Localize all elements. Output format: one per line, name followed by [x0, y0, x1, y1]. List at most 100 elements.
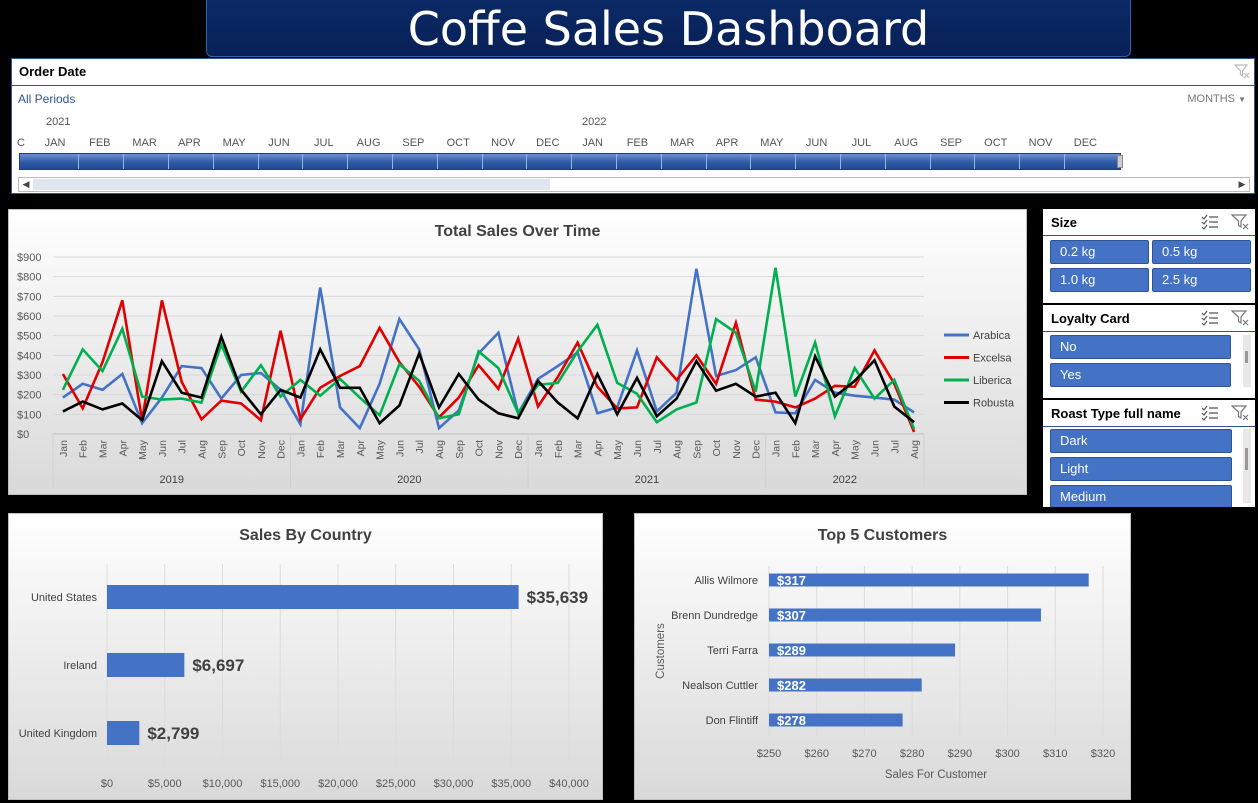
x-tick-label: Apr — [830, 440, 842, 457]
x-tick-label: Jul — [414, 440, 426, 453]
slicer-scrollbar[interactable] — [1243, 429, 1251, 503]
x-tick-label: $320 — [1091, 748, 1115, 760]
timeline-selection-bar[interactable] — [19, 153, 1123, 170]
timeline-month-label: DEC — [536, 137, 560, 149]
x-tick-label: Feb — [553, 440, 565, 458]
y-tick-label: $500 — [17, 331, 41, 343]
scroll-left-icon[interactable]: ◀ — [19, 178, 33, 191]
x-tick-label: Jan — [295, 440, 307, 457]
timeline-month-divider — [1019, 154, 1021, 169]
line-chart-svg: $900 $800 $700 $600 $500 $400 $300 $200 $100 $0 Ja… — [17, 252, 1015, 488]
slicer-option-dark[interactable]: Dark — [1050, 429, 1232, 453]
x-tick-label: Sep — [454, 440, 466, 459]
timeline-level-dropdown[interactable]: MONTHS ▼ — [1187, 93, 1246, 105]
x-tick-label: Jun — [870, 440, 882, 457]
data-label: $307 — [777, 608, 806, 623]
x-tick-label: Jan — [533, 440, 545, 457]
year-label: 2020 — [397, 474, 421, 486]
multi-select-icon[interactable] — [1201, 405, 1219, 421]
legend-label: Arabica — [973, 330, 1011, 342]
slicer-option-light[interactable]: Light — [1050, 457, 1232, 481]
scrollbar-thumb[interactable] — [33, 179, 550, 190]
x-tick-label: $5,000 — [148, 778, 182, 790]
scrollbar-thumb[interactable] — [1245, 351, 1248, 363]
timeline-month-label: SEP — [939, 137, 963, 149]
x-tick-label: Apr — [117, 440, 129, 457]
y-tick-label: $900 — [17, 252, 41, 264]
slicer-option-0-2kg[interactable]: 0.2 kg — [1050, 240, 1149, 264]
order-date-timeline[interactable]: Order Date All Periods MONTHS ▼ 2021 202… — [11, 58, 1255, 194]
slicer-scrollbar[interactable] — [1243, 335, 1251, 387]
timeline-month-divider — [929, 154, 931, 169]
timeline-scrollbar[interactable]: ◀ ▶ — [18, 177, 1250, 192]
bar — [107, 585, 519, 609]
timeline-year-label: 2022 — [582, 116, 607, 128]
x-tick-label: $250 — [757, 748, 781, 760]
multi-select-icon[interactable] — [1201, 310, 1219, 326]
clear-filter-icon[interactable] — [1231, 214, 1249, 230]
x-tick-label: Jun — [394, 440, 406, 457]
category-label: Terri Farra — [707, 645, 759, 657]
x-tick-label: $40,000 — [549, 778, 589, 790]
slicer-option-2-5kg[interactable]: 2.5 kg — [1152, 268, 1251, 292]
timeline-month-divider — [347, 154, 349, 169]
timeline-title: Order Date — [19, 64, 87, 79]
x-axis-title: Sales For Customer — [885, 769, 987, 781]
dashboard-title: Coffe Sales Dashboard — [206, 0, 1131, 57]
timeline-header: Order Date — [12, 59, 1254, 86]
year-label: 2022 — [833, 474, 857, 486]
x-tick-label: Aug — [672, 440, 684, 459]
timeline-resize-handle[interactable] — [1117, 155, 1123, 168]
timeline-month-divider — [616, 154, 617, 169]
category-label: Allis Wilmore — [694, 575, 758, 587]
y-tick-label: $0 — [17, 429, 29, 441]
x-tick-label: $260 — [804, 748, 828, 760]
category-label: Brenn Dundredge — [671, 610, 758, 622]
slicer-option-no[interactable]: No — [1050, 335, 1231, 359]
x-tick-label: Jun — [632, 440, 644, 457]
x-tick-label: $0 — [101, 778, 113, 790]
timeline-month-divider — [481, 154, 483, 169]
loyalty-card-slicer: Loyalty Card No Yes — [1043, 305, 1255, 398]
scrollbar-thumb[interactable] — [1245, 448, 1248, 470]
multi-select-icon[interactable] — [1201, 214, 1219, 230]
slicer-option-0-5kg[interactable]: 0.5 kg — [1152, 240, 1251, 264]
scroll-right-icon[interactable]: ▶ — [1235, 178, 1249, 191]
data-label: $289 — [777, 643, 806, 658]
legend-label: Excelsa — [973, 353, 1012, 365]
timeline-month-divider — [571, 154, 573, 169]
slicer-option-yes[interactable]: Yes — [1050, 363, 1231, 387]
timeline-month-label: JAN — [44, 137, 66, 149]
clear-filter-icon[interactable] — [1234, 63, 1250, 79]
slicer-header: Size — [1043, 209, 1255, 236]
x-tick-label: Mar — [810, 440, 822, 459]
x-tick-label: $310 — [1043, 748, 1067, 760]
data-label: $317 — [777, 573, 806, 588]
y-tick-label: $600 — [17, 311, 41, 323]
bar — [769, 573, 1089, 587]
x-tick-label: $20,000 — [318, 778, 358, 790]
x-tick-label: Jan — [771, 440, 783, 457]
clear-filter-icon[interactable] — [1231, 405, 1249, 421]
x-tick-label: Nov — [256, 439, 268, 458]
clear-filter-icon[interactable] — [1231, 310, 1249, 326]
timeline-month-divider — [168, 154, 169, 169]
slicer-option-medium[interactable]: Medium — [1050, 485, 1232, 507]
slicer-title: Size — [1051, 215, 1078, 230]
x-tick-label: Jul — [177, 440, 189, 453]
slicer-option-1-0kg[interactable]: 1.0 kg — [1050, 268, 1149, 292]
slicer-header: Loyalty Card — [1043, 305, 1255, 332]
timeline-month-divider — [840, 154, 841, 169]
x-tick-label: Jul — [889, 440, 901, 453]
x-tick-label: Jun — [157, 440, 169, 457]
timeline-month-divider — [974, 154, 976, 169]
timeline-month-divider — [660, 154, 662, 169]
timeline-month-label: JUL — [314, 137, 334, 149]
timeline-month-label: APR — [715, 137, 739, 149]
x-tick-label: $35,000 — [491, 778, 531, 790]
x-tick-label: $270 — [852, 748, 876, 760]
y-tick-label: $400 — [17, 350, 41, 362]
data-label: $278 — [777, 713, 806, 728]
bar — [769, 608, 1041, 622]
size-slicer: Size 0.2 kg 0.5 kg 1.0 kg 2.5 kg — [1043, 209, 1255, 303]
